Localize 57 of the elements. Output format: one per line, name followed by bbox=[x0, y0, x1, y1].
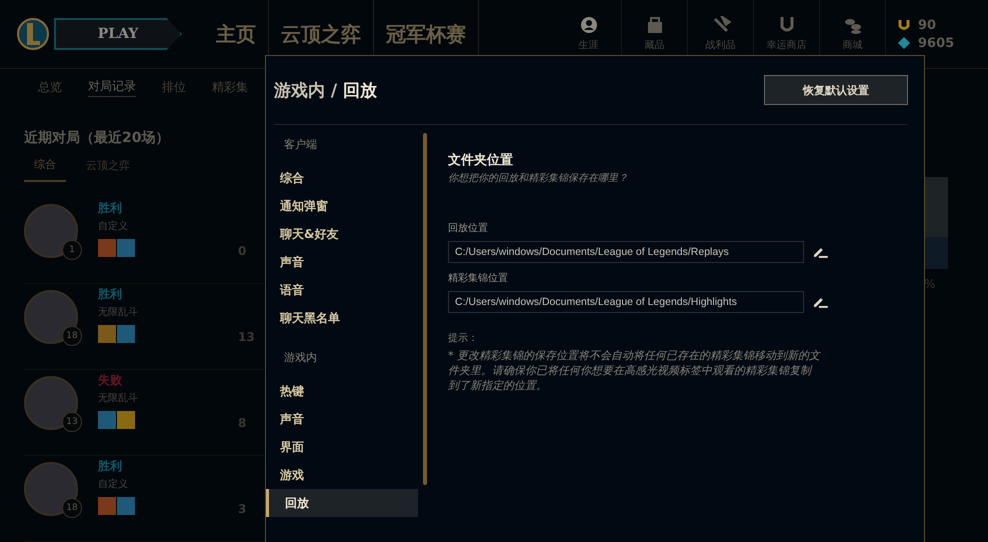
reset-defaults-button[interactable]: 恢复默认设置 bbox=[764, 75, 908, 105]
scrollbar[interactable] bbox=[423, 133, 427, 485]
avatar-circle bbox=[24, 290, 78, 344]
match-score: 3 bbox=[238, 502, 246, 516]
content-subtitle: 你想把你的回放和精彩集锦保存在哪里？ bbox=[448, 172, 629, 185]
tip-label: 提示： bbox=[448, 332, 479, 345]
section-title: 近期对局（最近20场） bbox=[24, 129, 170, 147]
settings-menu-item[interactable]: 聊天黑名单 bbox=[266, 304, 418, 332]
rp-coin-icon bbox=[898, 19, 910, 31]
settings-menu-item[interactable]: 声音 bbox=[266, 248, 418, 276]
game-mode: 自定义 bbox=[98, 220, 129, 233]
field-label: 精彩集锦位置 bbox=[448, 272, 509, 285]
path-field[interactable]: C:/Users/windows/Documents/League of Legends/Highlights bbox=[448, 291, 804, 313]
content-title: 文件夹位置 bbox=[448, 152, 514, 169]
avatar-circle bbox=[24, 376, 78, 430]
settings-menu-item[interactable]: 回放 bbox=[266, 489, 418, 517]
settings-menu-item[interactable]: 声音 bbox=[266, 405, 418, 433]
profile-tab[interactable]: 对局记录 bbox=[88, 77, 136, 97]
level-badge: 18 bbox=[62, 498, 82, 518]
currency-amount: 90 bbox=[918, 18, 936, 32]
settings-menu-item[interactable]: 语音 bbox=[266, 276, 418, 304]
settings-menu-item[interactable]: 界面 bbox=[266, 433, 418, 461]
settings-menu-item[interactable]: 聊天&好友 bbox=[266, 220, 418, 248]
game-mode: 自定义 bbox=[98, 478, 129, 491]
match-result: 胜利 bbox=[98, 200, 123, 217]
avatar-circle bbox=[24, 204, 78, 258]
match-score: 8 bbox=[238, 416, 246, 430]
logo-icon bbox=[16, 17, 50, 51]
game-mode: 无限乱斗 bbox=[98, 306, 139, 319]
settings-menu-item[interactable]: 综合 bbox=[266, 164, 418, 192]
match-score: 0 bbox=[238, 244, 246, 258]
game-mode: 无限乱斗 bbox=[98, 392, 139, 405]
play-button[interactable]: PLAY bbox=[54, 18, 182, 50]
settings-menu-item[interactable]: 通知弹窗 bbox=[266, 192, 418, 220]
field-label: 回放位置 bbox=[448, 222, 489, 235]
person-icon bbox=[578, 16, 598, 34]
settings-menu-item[interactable]: 游戏 bbox=[266, 461, 418, 489]
stat-text: % bbox=[924, 277, 936, 291]
match-result: 失败 bbox=[98, 372, 123, 389]
avatar-circle bbox=[24, 462, 78, 516]
pencil-icon[interactable] bbox=[812, 295, 828, 309]
breadcrumb: 游戏内 / 回放 bbox=[274, 80, 378, 102]
pencil-icon[interactable] bbox=[812, 245, 828, 259]
match-score: 13 bbox=[238, 330, 255, 344]
currency-amount: 9605 bbox=[918, 36, 954, 50]
coins-icon bbox=[842, 16, 862, 34]
match-result: 胜利 bbox=[98, 458, 123, 475]
settings-section-heading: 客户端 bbox=[283, 137, 318, 153]
diamond-icon bbox=[898, 37, 910, 49]
level-badge: 18 bbox=[62, 326, 82, 346]
match-result: 胜利 bbox=[98, 286, 123, 303]
settings-menu-item[interactable]: 热键 bbox=[266, 377, 418, 405]
path-field[interactable]: C:/Users/windows/Documents/League of Legends/Replays bbox=[448, 241, 804, 263]
tip-text: * 更改精彩集锦的保存位置将不会自动将任何已存在的精彩集锦移动到新的文件夹里。请确保你已将任何你想要在高感光视频标签中观看的精彩集锦复制到了新指定的位置。 bbox=[448, 349, 820, 394]
level-badge: 13 bbox=[62, 412, 82, 432]
level-badge: 1 bbox=[62, 240, 82, 260]
settings-section-heading: 游戏内 bbox=[283, 350, 318, 366]
